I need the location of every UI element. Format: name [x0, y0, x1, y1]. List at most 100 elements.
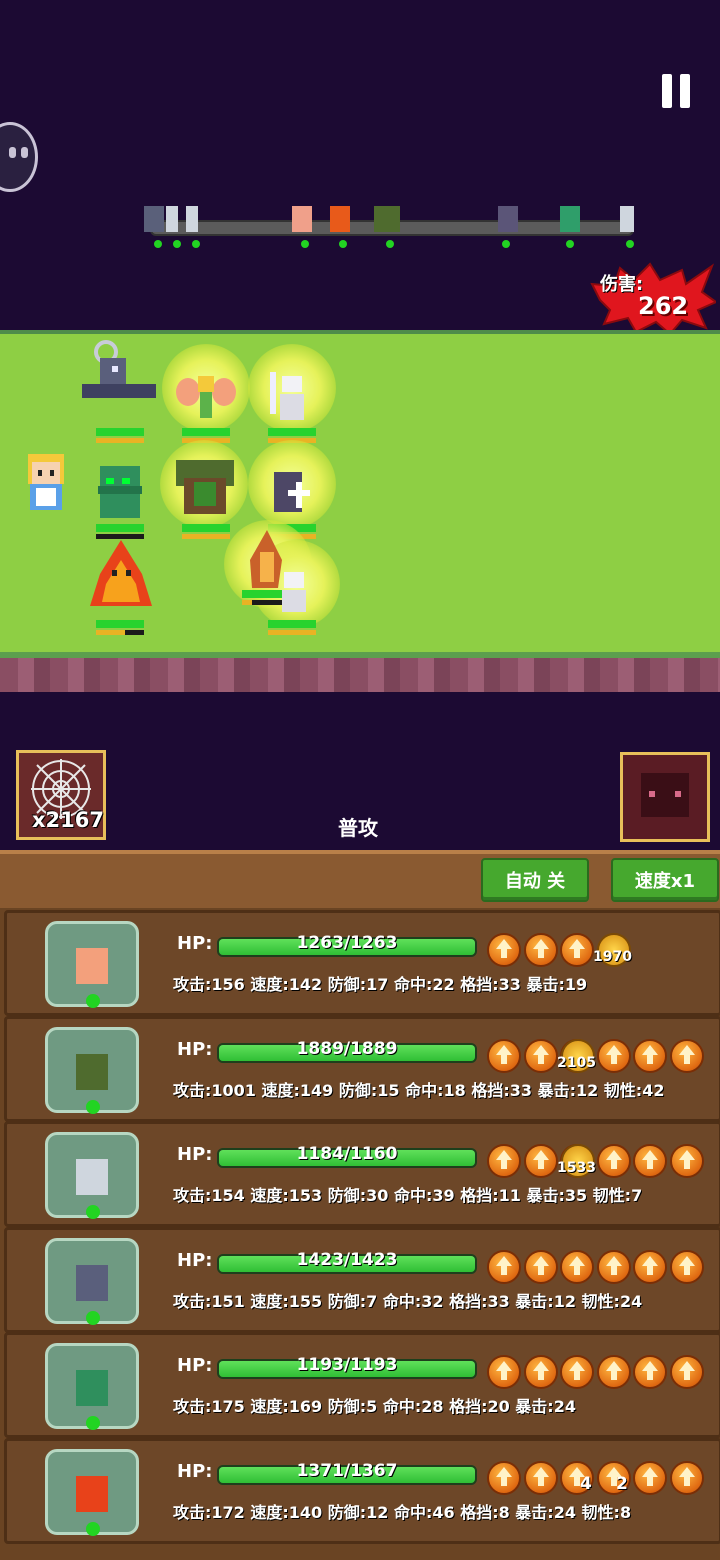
- hp-value: 1371/1367: [296, 1460, 398, 1481]
- unit-hp-bar: [182, 524, 230, 532]
- upgrade-arrow-icon: [560, 1355, 594, 1389]
- upgrade-arrow-icon: [560, 933, 594, 967]
- upgrade-arrow-icon: [596, 1249, 631, 1284]
- timeline-fire-spirit-icon: [330, 206, 350, 232]
- alive-indicator: [86, 1099, 100, 1114]
- reaper-portrait-icon[interactable]: [45, 1237, 139, 1325]
- shadow-beast-icon: [641, 773, 689, 817]
- ghost-portrait-icon[interactable]: [45, 1132, 139, 1219]
- treant-sprite-icon: [76, 1053, 108, 1090]
- upgrade-arrow-icon: [487, 1038, 521, 1073]
- timeline-fairy-icon: [292, 206, 312, 232]
- alive-indicator: [86, 1416, 100, 1430]
- shield-value: 1533: [557, 1160, 596, 1176]
- enemy-portrait: [620, 752, 710, 842]
- timeline-marker: [192, 240, 200, 248]
- hp-value: 1184/1160: [296, 1144, 398, 1164]
- ghost-sprite-icon: [76, 1159, 108, 1195]
- fire-spirit-unit-icon: [86, 540, 152, 620]
- team-row-fairy[interactable]: HP: 1263/1263 攻击:156 速度:142 防御:17 命中:22 格挡…: [4, 910, 720, 1016]
- damage-value: 262: [638, 292, 689, 320]
- team-row-fire-spirit[interactable]: HP: 1371/1367 攻击:172 速度:140 防御:12 命中:46 格挡…: [4, 1437, 720, 1544]
- unit-stats: 攻击:156 速度:142 防御:17 命中:22 格挡:33 暴击:19: [173, 975, 588, 994]
- upgrade-arrow-icon: [523, 1460, 558, 1495]
- unit-energy-bar: [96, 438, 144, 443]
- current-action-label: 普攻: [338, 816, 378, 840]
- upgrade-arrow-icon: [487, 933, 521, 967]
- unit-stats: 攻击:172 速度:140 防御:12 命中:46 格挡:8 暴击:24 韧性:…: [173, 1502, 632, 1522]
- hp-label: HP:: [177, 1144, 213, 1165]
- unit-hp-bar: [268, 620, 316, 628]
- floating-number: 4: [580, 1474, 592, 1494]
- unit-energy-bar: [96, 534, 144, 539]
- upgrade-arrow-icon: [560, 1249, 594, 1284]
- hp-label: HP:: [177, 1038, 213, 1060]
- auto-toggle-button[interactable]: 自动 关: [481, 858, 589, 902]
- timeline-skeleton-icon: [166, 206, 178, 232]
- hp-label: HP:: [177, 933, 213, 954]
- upgrade-arrow-icon: [633, 1249, 667, 1284]
- unit-energy-bar: [268, 630, 316, 635]
- skeleton-unit-icon: [274, 570, 338, 650]
- timeline-marker: [502, 240, 510, 248]
- reaper-unit-icon: [78, 340, 156, 420]
- hp-label: HP:: [177, 1249, 213, 1271]
- timeline-ghost-icon: [498, 206, 518, 232]
- alive-indicator: [86, 1310, 100, 1325]
- upgrade-arrow-icon: [633, 1460, 667, 1495]
- unit-stats: 攻击:154 速度:153 防御:30 命中:39 格挡:11 暴击:35 韧性…: [173, 1186, 643, 1205]
- hp-label: HP:: [177, 1460, 213, 1482]
- upgrade-arrow-icon: [487, 1249, 521, 1284]
- unit-energy-bar: [182, 534, 230, 539]
- unit-energy-bar: [96, 630, 144, 635]
- alive-indicator: [86, 994, 100, 1008]
- upgrade-arrow-icon: [487, 1460, 521, 1495]
- upgrade-arrow-icon: [669, 1038, 704, 1073]
- upgrade-arrow-icon: [669, 1460, 704, 1495]
- timeline-treant-icon: [374, 206, 400, 232]
- upgrade-arrow-icon: [487, 1355, 521, 1389]
- upgrade-arrow-icon: [669, 1249, 704, 1284]
- team-row-reaper[interactable]: HP: 1423/1423 攻击:151 速度:155 防御:7 命中:32 格挡:…: [4, 1226, 720, 1333]
- upgrade-arrow-icon: [523, 1144, 558, 1178]
- unit-stats: 攻击:175 速度:169 防御:5 命中:28 格挡:20 暴击:24: [173, 1397, 576, 1416]
- upgrade-arrow-icon: [633, 1144, 667, 1178]
- unit-hp-bar: [96, 524, 144, 532]
- unit-stats: 攻击:151 速度:155 防御:7 命中:32 格挡:33 暴击:12 韧性:…: [173, 1291, 643, 1311]
- team-row-ghost[interactable]: HP: 1184/1160 攻击:154 速度:153 防御:30 命中:39 格挡…: [4, 1121, 720, 1227]
- shield-value: 1970: [593, 949, 632, 965]
- hp-value: 1889/1889: [296, 1038, 398, 1059]
- timeline-skeleton-icon: [620, 206, 634, 232]
- upgrade-arrow-icon: [523, 1249, 558, 1284]
- turn-order-timeline: [144, 206, 634, 248]
- treant-portrait-icon[interactable]: [45, 1026, 139, 1114]
- goblin-sprite-icon: [76, 1370, 108, 1406]
- timeline-marker: [386, 240, 394, 248]
- pause-icon[interactable]: [660, 74, 694, 108]
- treant-unit-icon: [170, 452, 234, 532]
- upgrade-arrow-icon: [633, 1355, 667, 1389]
- night-sky-lower: [0, 692, 720, 752]
- timeline-marker: [173, 240, 181, 248]
- fire-spirit-portrait-icon[interactable]: [45, 1448, 139, 1536]
- upgrade-arrow-icon: [669, 1144, 704, 1178]
- unit-hp-bar: [96, 428, 144, 436]
- timeline-marker: [301, 240, 309, 248]
- shield-value: 2105: [557, 1054, 596, 1071]
- upgrade-arrow-icon: [523, 1038, 558, 1073]
- unit-hp-bar: [96, 620, 144, 628]
- fairy-portrait-icon[interactable]: [45, 921, 139, 1008]
- floating-number: 2: [616, 1474, 628, 1494]
- alive-indicator: [86, 1205, 100, 1219]
- team-row-goblin[interactable]: HP: 1193/1193 攻击:175 速度:169 防御:5 命中:28 格挡:…: [4, 1332, 720, 1438]
- upgrade-arrow-icon: [669, 1355, 704, 1389]
- team-row-treant[interactable]: HP: 1889/1889 攻击:1001 速度:149 防御:15 命中:18 格…: [4, 1015, 720, 1122]
- timeline-marker: [626, 240, 634, 248]
- goblin-portrait-icon[interactable]: [45, 1343, 139, 1430]
- speed-button[interactable]: 速度x1: [611, 858, 719, 902]
- fire-spirit-sprite-icon: [76, 1475, 108, 1512]
- hp-value: 1423/1423: [296, 1249, 398, 1270]
- fairy-sprite-icon: [76, 948, 108, 984]
- upgrade-arrow-icon: [523, 933, 558, 967]
- timeline-marker: [339, 240, 347, 248]
